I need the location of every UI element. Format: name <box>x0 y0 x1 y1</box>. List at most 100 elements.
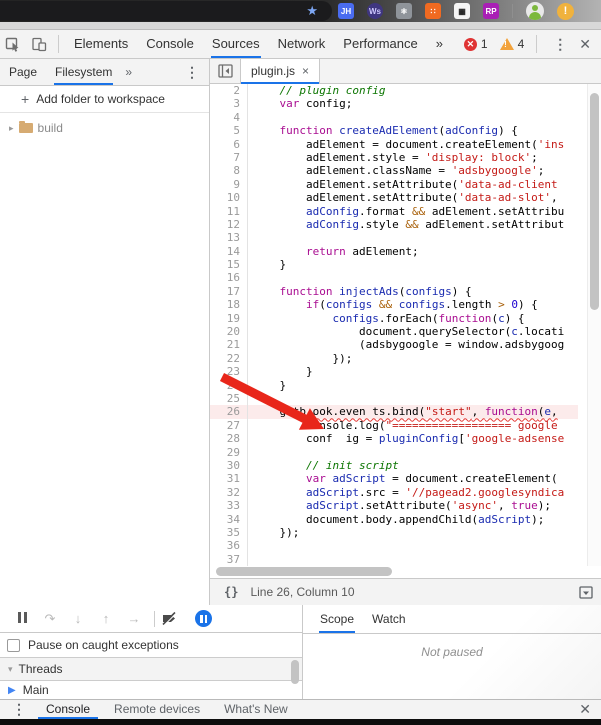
devtools-close-icon[interactable]: ✕ <box>577 36 601 53</box>
code-line[interactable]: 17 function injectAds(configs) { <box>210 284 578 299</box>
devtools-menu-icon[interactable]: ⋮ <box>543 36 577 53</box>
line-number[interactable]: 2 <box>210 84 248 98</box>
line-number[interactable]: 23 <box>210 365 248 379</box>
line-number[interactable]: 5 <box>210 124 248 138</box>
code-text[interactable]: function createAdElement(adConfig) { <box>248 124 518 137</box>
code-line[interactable]: 28 conf ig = pluginConfig['google-adsens… <box>210 432 578 446</box>
line-number[interactable]: 12 <box>210 217 248 232</box>
code-line[interactable]: 21 (adsbygoogle = window.adsbygoog <box>210 338 578 352</box>
tab-network[interactable]: Network <box>269 30 335 58</box>
tab-filesystem[interactable]: Filesystem <box>46 59 121 85</box>
line-number[interactable]: 14 <box>210 244 248 259</box>
line-number[interactable]: 30 <box>210 458 248 473</box>
code-text[interactable]: adScript.src = '//pagead2.googlesyndica <box>248 486 564 499</box>
step-into-icon[interactable]: ↓ <box>64 611 92 626</box>
code-text[interactable] <box>248 553 253 566</box>
thread-item-main[interactable]: ▶ Main <box>0 681 302 699</box>
code-text[interactable]: adElement.className = 'adsbygoogle'; <box>248 164 544 177</box>
editor-horizontal-scrollbar[interactable] <box>210 566 578 578</box>
bookmark-star-icon[interactable]: ★ <box>306 3 318 19</box>
line-number[interactable]: 17 <box>210 284 248 299</box>
code-line[interactable]: 32 adScript.src = '//pagead2.googlesyndi… <box>210 485 578 500</box>
extension-snippet-icon[interactable]: ∷ <box>425 3 441 19</box>
line-number[interactable]: 8 <box>210 164 248 178</box>
line-number[interactable]: 21 <box>210 338 248 352</box>
line-number[interactable]: 24 <box>210 378 248 392</box>
step-over-icon[interactable]: ↷ <box>36 611 64 627</box>
code-text[interactable] <box>248 231 253 244</box>
code-line[interactable]: 12 adConfig.style && adElement.setAttrib… <box>210 217 578 232</box>
extension-jh-icon[interactable]: JH <box>338 3 354 19</box>
code-line[interactable]: 3 var config; <box>210 97 578 111</box>
code-text[interactable] <box>248 271 253 284</box>
code-line[interactable]: 25 <box>210 391 578 406</box>
code-line[interactable]: 18 if(configs && configs.length > 0) { <box>210 298 578 312</box>
line-number[interactable]: 35 <box>210 525 248 540</box>
more-tabs-chevron[interactable]: » <box>427 30 452 58</box>
code-text[interactable]: (adsbygoogle = window.adsbygoog <box>248 338 564 351</box>
tab-console[interactable]: Console <box>137 30 203 58</box>
deactivate-breakpoints-icon[interactable] <box>161 611 189 626</box>
code-text[interactable]: // init script <box>248 459 399 472</box>
code-text[interactable]: adConfig.format && adElement.setAttribu <box>248 205 564 218</box>
drawer-tab-console[interactable]: Console <box>34 700 102 720</box>
extension-qr-code-icon[interactable]: ▦ <box>454 3 470 19</box>
code-text[interactable]: gitb ook.even ts.bind("start", function(… <box>248 405 557 418</box>
line-number[interactable]: 10 <box>210 191 248 205</box>
code-text[interactable] <box>248 111 253 124</box>
code-text[interactable]: var config; <box>248 97 353 110</box>
code-line[interactable]: 13 <box>210 231 578 245</box>
code-line[interactable]: 5 function createAdElement(adConfig) { <box>210 124 578 138</box>
code-line[interactable]: 11 adConfig.format && adElement.setAttri… <box>210 204 578 218</box>
code-text[interactable]: function injectAds(configs) { <box>248 285 472 298</box>
code-line[interactable]: 22 }); <box>210 351 578 366</box>
code-text[interactable]: }); <box>248 526 299 539</box>
code-line[interactable]: 31 var adScript = document.createElement… <box>210 472 578 486</box>
file-tab-close-icon[interactable]: × <box>302 64 309 78</box>
drawer-tab-remote-devices[interactable]: Remote devices <box>102 700 212 720</box>
code-line[interactable]: 15 } <box>210 258 578 272</box>
tree-item-build[interactable]: ▸ build <box>0 113 209 135</box>
debugger-scroll-thumb[interactable] <box>291 660 299 684</box>
code-line[interactable]: 29 <box>210 445 578 459</box>
pause-caught-checkbox[interactable] <box>7 638 20 652</box>
code-text[interactable]: document.body.appendChild(adScript); <box>248 513 544 526</box>
code-text[interactable]: adElement.setAttribute('data-ad-slot', <box>248 191 558 204</box>
address-bar[interactable]: ★ <box>0 1 332 21</box>
line-number[interactable]: 25 <box>210 391 248 406</box>
code-line[interactable]: 27 console.log("================== googl… <box>210 418 578 433</box>
code-text[interactable]: adConfig.style && adElement.setAttribut <box>248 218 564 231</box>
tab-sources[interactable]: Sources <box>203 30 269 58</box>
code-text[interactable]: } <box>248 379 286 392</box>
line-number[interactable]: 15 <box>210 258 248 272</box>
code-line[interactable]: 7 adElement.style = 'display: block'; <box>210 150 578 165</box>
line-number[interactable]: 16 <box>210 271 248 285</box>
line-number[interactable]: 22 <box>210 351 248 366</box>
console-error-badge[interactable]: ✕ 1 ! 4 <box>463 37 524 51</box>
disclosure-triangle-icon[interactable]: ▸ <box>9 123 14 134</box>
step-out-icon[interactable]: ↑ <box>92 611 120 626</box>
code-text[interactable]: console.log("================== google <box>248 419 558 432</box>
code-text[interactable]: } <box>248 365 313 378</box>
line-number[interactable]: 29 <box>210 445 248 459</box>
code-text[interactable]: document.querySelector(c.locati <box>248 325 564 338</box>
code-text[interactable]: adElement.setAttribute('data-ad-client <box>248 178 558 191</box>
threads-section-header[interactable]: ▾ Threads <box>0 657 302 681</box>
navigator-menu-icon[interactable]: ⋮ <box>175 64 209 81</box>
line-number[interactable]: 33 <box>210 499 248 513</box>
code-line[interactable]: 37 <box>210 552 578 566</box>
code-text[interactable] <box>248 446 253 459</box>
code-line[interactable]: 36 <box>210 539 578 553</box>
code-text[interactable]: // plugin config <box>248 84 386 97</box>
step-icon[interactable]: → <box>120 611 148 626</box>
line-number[interactable]: 20 <box>210 325 248 339</box>
inspect-element-icon[interactable] <box>0 32 26 56</box>
code-text[interactable]: return adElement; <box>248 245 419 258</box>
line-number[interactable]: 18 <box>210 298 248 312</box>
line-number[interactable]: 36 <box>210 539 248 553</box>
profile-avatar[interactable] <box>526 2 544 20</box>
code-text[interactable]: adElement.style = 'display: block'; <box>248 151 538 164</box>
drawer-menu-icon[interactable]: ⋮ <box>0 701 34 718</box>
line-number[interactable]: 11 <box>210 204 248 218</box>
code-line[interactable]: 30 // init script <box>210 458 578 473</box>
